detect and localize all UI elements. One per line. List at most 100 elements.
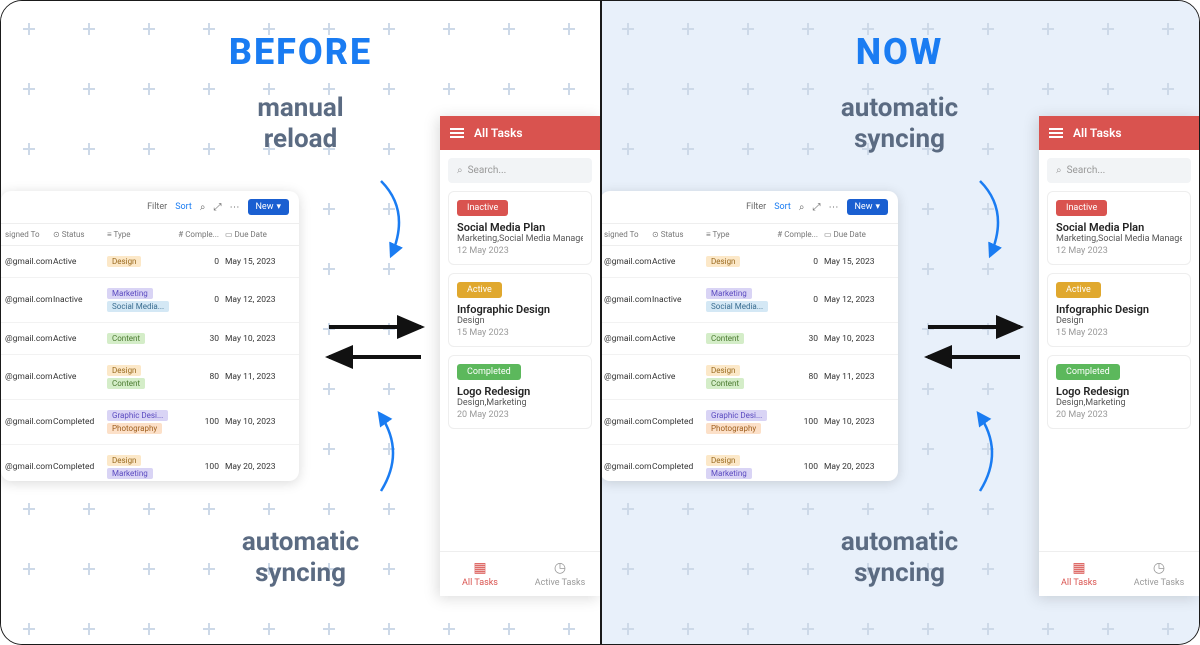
clock-icon: ◷ (1119, 560, 1199, 576)
chevron-down-icon: ▾ (875, 202, 880, 212)
cell-status: Active (53, 257, 107, 267)
sort-link[interactable]: Sort (175, 202, 192, 212)
table-row[interactable]: @gmail.com Inactive MarketingSocial Medi… (1, 278, 299, 323)
cell-status: Active (652, 257, 706, 267)
task-subtitle: Design,Marketing (457, 398, 583, 408)
table-row[interactable]: @gmail.com Active Design 0 May 15, 2023 (600, 246, 898, 278)
task-card[interactable]: Active Infographic Design Design 15 May … (1047, 273, 1191, 347)
desktop-table-card: Filter Sort ⌕ ⤢ ⋯ New ▾ signed To ⊙ Stat… (1, 191, 299, 481)
col-due[interactable]: ▭ Due Date (225, 230, 291, 239)
search-input[interactable]: ⌕ Search... (448, 158, 592, 183)
search-icon: ⌕ (457, 165, 463, 176)
table-row[interactable]: @gmail.com Completed Graphic Desi...Phot… (600, 400, 898, 445)
nav-all-tasks[interactable]: ▦All Tasks (1039, 552, 1119, 596)
col-complete[interactable]: # Comple... (776, 230, 824, 239)
more-icon[interactable]: ⋯ (829, 202, 839, 213)
now-panel: NOW automaticsyncing automaticsyncing Fi… (600, 1, 1199, 644)
cell-due: May 15, 2023 (225, 257, 291, 267)
cell-email: @gmail.com (600, 372, 652, 382)
expand-icon[interactable]: ⤢ (214, 202, 222, 213)
col-assigned[interactable]: signed To (1, 230, 53, 239)
type-tag: Content (706, 378, 744, 389)
sort-link[interactable]: Sort (774, 202, 791, 212)
cell-status: Active (652, 334, 706, 344)
status-badge: Inactive (1056, 200, 1107, 216)
app-header: All Tasks (1039, 116, 1199, 150)
expand-icon[interactable]: ⤢ (813, 202, 821, 213)
type-tag: Design (107, 256, 141, 267)
task-subtitle: Marketing,Social Media Management (1056, 234, 1182, 244)
table-row[interactable]: @gmail.com Active Content 30 May 10, 202… (1, 323, 299, 355)
cell-complete: 80 (776, 372, 824, 382)
menu-icon[interactable] (1049, 128, 1063, 138)
before-headline: BEFORE (1, 31, 600, 73)
task-card[interactable]: Inactive Social Media Plan Marketing,Soc… (448, 191, 592, 265)
task-list: Inactive Social Media Plan Marketing,Soc… (1039, 191, 1199, 551)
cell-complete: 100 (776, 417, 824, 427)
cell-email: @gmail.com (600, 334, 652, 344)
cell-type: Design (706, 256, 776, 267)
task-card[interactable]: Completed Logo Redesign Design,Marketing… (1047, 355, 1191, 429)
filter-link[interactable]: Filter (147, 202, 167, 212)
task-subtitle: Design (457, 316, 583, 326)
nav-all-tasks[interactable]: ▦All Tasks (440, 552, 520, 596)
task-card[interactable]: Inactive Social Media Plan Marketing,Soc… (1047, 191, 1191, 265)
task-title: Social Media Plan (457, 221, 583, 234)
desktop-table-card: Filter Sort ⌕ ⤢ ⋯ New ▾ signed To ⊙ Stat… (600, 191, 898, 481)
cell-email: @gmail.com (1, 372, 53, 382)
table-row[interactable]: @gmail.com Inactive MarketingSocial Medi… (600, 278, 898, 323)
task-subtitle: Design (1056, 316, 1182, 326)
table-toolbar: Filter Sort ⌕ ⤢ ⋯ New ▾ (600, 191, 898, 223)
new-button[interactable]: New ▾ (248, 199, 290, 215)
bottom-nav: ▦All Tasks ◷Active Tasks (1039, 551, 1199, 596)
curve-arrow-bottom (351, 401, 421, 501)
sync-arrows (321, 309, 431, 379)
filter-link[interactable]: Filter (746, 202, 766, 212)
table-row[interactable]: @gmail.com Completed Graphic Desi...Phot… (1, 400, 299, 445)
task-card[interactable]: Active Infographic Design Design 15 May … (448, 273, 592, 347)
col-status[interactable]: ⊙ Status (652, 230, 706, 239)
status-badge: Active (1056, 282, 1101, 298)
type-tag: Design (706, 256, 740, 267)
type-tag: Social Media... (706, 301, 768, 312)
cell-due: May 20, 2023 (824, 462, 890, 472)
col-type[interactable]: ≡ Type (706, 230, 776, 239)
cell-due: May 10, 2023 (824, 417, 890, 427)
table-row[interactable]: @gmail.com Active Design 0 May 15, 2023 (1, 246, 299, 278)
search-icon[interactable]: ⌕ (799, 202, 805, 213)
status-badge: Completed (1056, 364, 1120, 380)
cell-due: May 12, 2023 (225, 295, 291, 305)
cell-type: MarketingSocial Media... (107, 288, 177, 312)
task-card[interactable]: Completed Logo Redesign Design,Marketing… (448, 355, 592, 429)
task-title: Logo Redesign (457, 385, 583, 398)
table-row[interactable]: @gmail.com Completed DesignMarketing 100… (600, 445, 898, 481)
cell-type: Design (107, 256, 177, 267)
table-row[interactable]: @gmail.com Active DesignContent 80 May 1… (1, 355, 299, 400)
col-status[interactable]: ⊙ Status (53, 230, 107, 239)
nav-active-tasks[interactable]: ◷Active Tasks (520, 552, 600, 596)
cell-email: @gmail.com (600, 417, 652, 427)
cell-complete: 100 (177, 417, 225, 427)
more-icon[interactable]: ⋯ (230, 202, 240, 213)
cell-complete: 0 (776, 295, 824, 305)
table-row[interactable]: @gmail.com Completed DesignMarketing 100… (1, 445, 299, 481)
nav-active-tasks[interactable]: ◷Active Tasks (1119, 552, 1199, 596)
type-tag: Photography (107, 423, 162, 434)
col-complete[interactable]: # Comple... (177, 230, 225, 239)
cell-email: @gmail.com (1, 295, 53, 305)
search-icon[interactable]: ⌕ (200, 202, 206, 213)
menu-icon[interactable] (450, 128, 464, 138)
col-assigned[interactable]: signed To (600, 230, 652, 239)
cell-status: Completed (53, 462, 107, 472)
search-input[interactable]: ⌕ Search... (1047, 158, 1191, 183)
table-row[interactable]: @gmail.com Active Content 30 May 10, 202… (600, 323, 898, 355)
now-headline: NOW (600, 31, 1199, 73)
col-type[interactable]: ≡ Type (107, 230, 177, 239)
curve-arrow-bottom (950, 401, 1020, 501)
cell-complete: 100 (177, 462, 225, 472)
table-row[interactable]: @gmail.com Active DesignContent 80 May 1… (600, 355, 898, 400)
comparison-container: BEFORE manualreload automaticsyncing Fil… (0, 0, 1200, 645)
col-due[interactable]: ▭ Due Date (824, 230, 890, 239)
new-button[interactable]: New ▾ (847, 199, 889, 215)
cell-type: MarketingSocial Media... (706, 288, 776, 312)
